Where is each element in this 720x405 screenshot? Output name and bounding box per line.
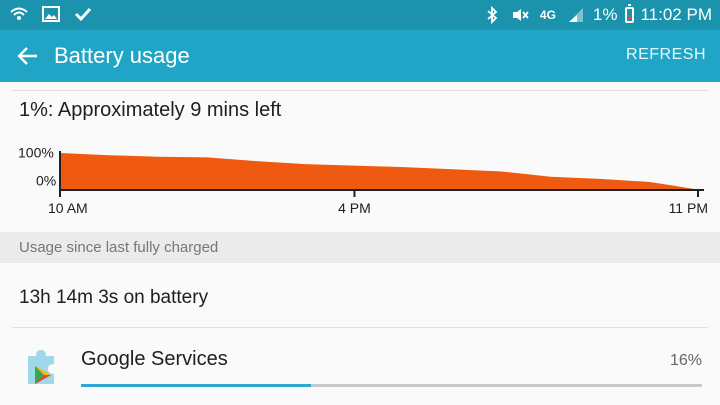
back-arrow-icon xyxy=(17,47,37,65)
status-left-icons xyxy=(8,3,94,25)
battery-low-icon xyxy=(625,4,635,23)
mute-icon xyxy=(509,4,531,26)
section-header: Usage since last fully charged xyxy=(0,232,720,263)
x-tick-label: 4 PM xyxy=(338,200,371,216)
app-usage-row[interactable]: Google Services 16% xyxy=(0,328,720,405)
y-tick-label: 100% xyxy=(18,145,54,161)
usage-bar-fill xyxy=(81,384,311,387)
usage-bar-track xyxy=(81,384,702,387)
divider xyxy=(12,90,708,91)
battery-level-area xyxy=(60,153,698,190)
status-time: 11:02 PM xyxy=(640,5,712,24)
section-header-label: Usage since last fully charged xyxy=(19,239,219,256)
image-icon xyxy=(40,3,62,25)
y-tick-label: 0% xyxy=(36,173,56,189)
battery-chart: 100% 0% 10 AM 4 PM 11 PM xyxy=(18,145,708,216)
wifi-call-icon xyxy=(8,3,30,25)
google-services-puzzle-icon xyxy=(28,350,54,384)
bluetooth-icon xyxy=(481,4,503,26)
app-name: Google Services xyxy=(81,348,228,370)
refresh-button[interactable]: REFRESH xyxy=(626,46,706,64)
battery-estimate: 1%: Approximately 9 mins left xyxy=(19,99,282,121)
battery-percent: 1% xyxy=(592,5,618,24)
x-tick-label: 10 AM xyxy=(48,200,88,216)
time-on-battery: 13h 14m 3s on battery xyxy=(19,287,209,308)
page-title: Battery usage xyxy=(54,43,190,68)
app-bar: Battery usage REFRESH xyxy=(0,30,720,82)
network-type-badge: 4G xyxy=(539,8,556,22)
x-tick-label: 11 PM xyxy=(669,200,708,216)
status-right-icons: 4G 1% 11:02 PM xyxy=(481,4,712,26)
app-usage-percent: 16% xyxy=(669,352,702,369)
signal-icon xyxy=(565,4,587,26)
status-bar: 4G 1% 11:02 PM xyxy=(0,0,720,30)
back-button[interactable] xyxy=(10,38,46,74)
check-icon xyxy=(72,3,94,25)
